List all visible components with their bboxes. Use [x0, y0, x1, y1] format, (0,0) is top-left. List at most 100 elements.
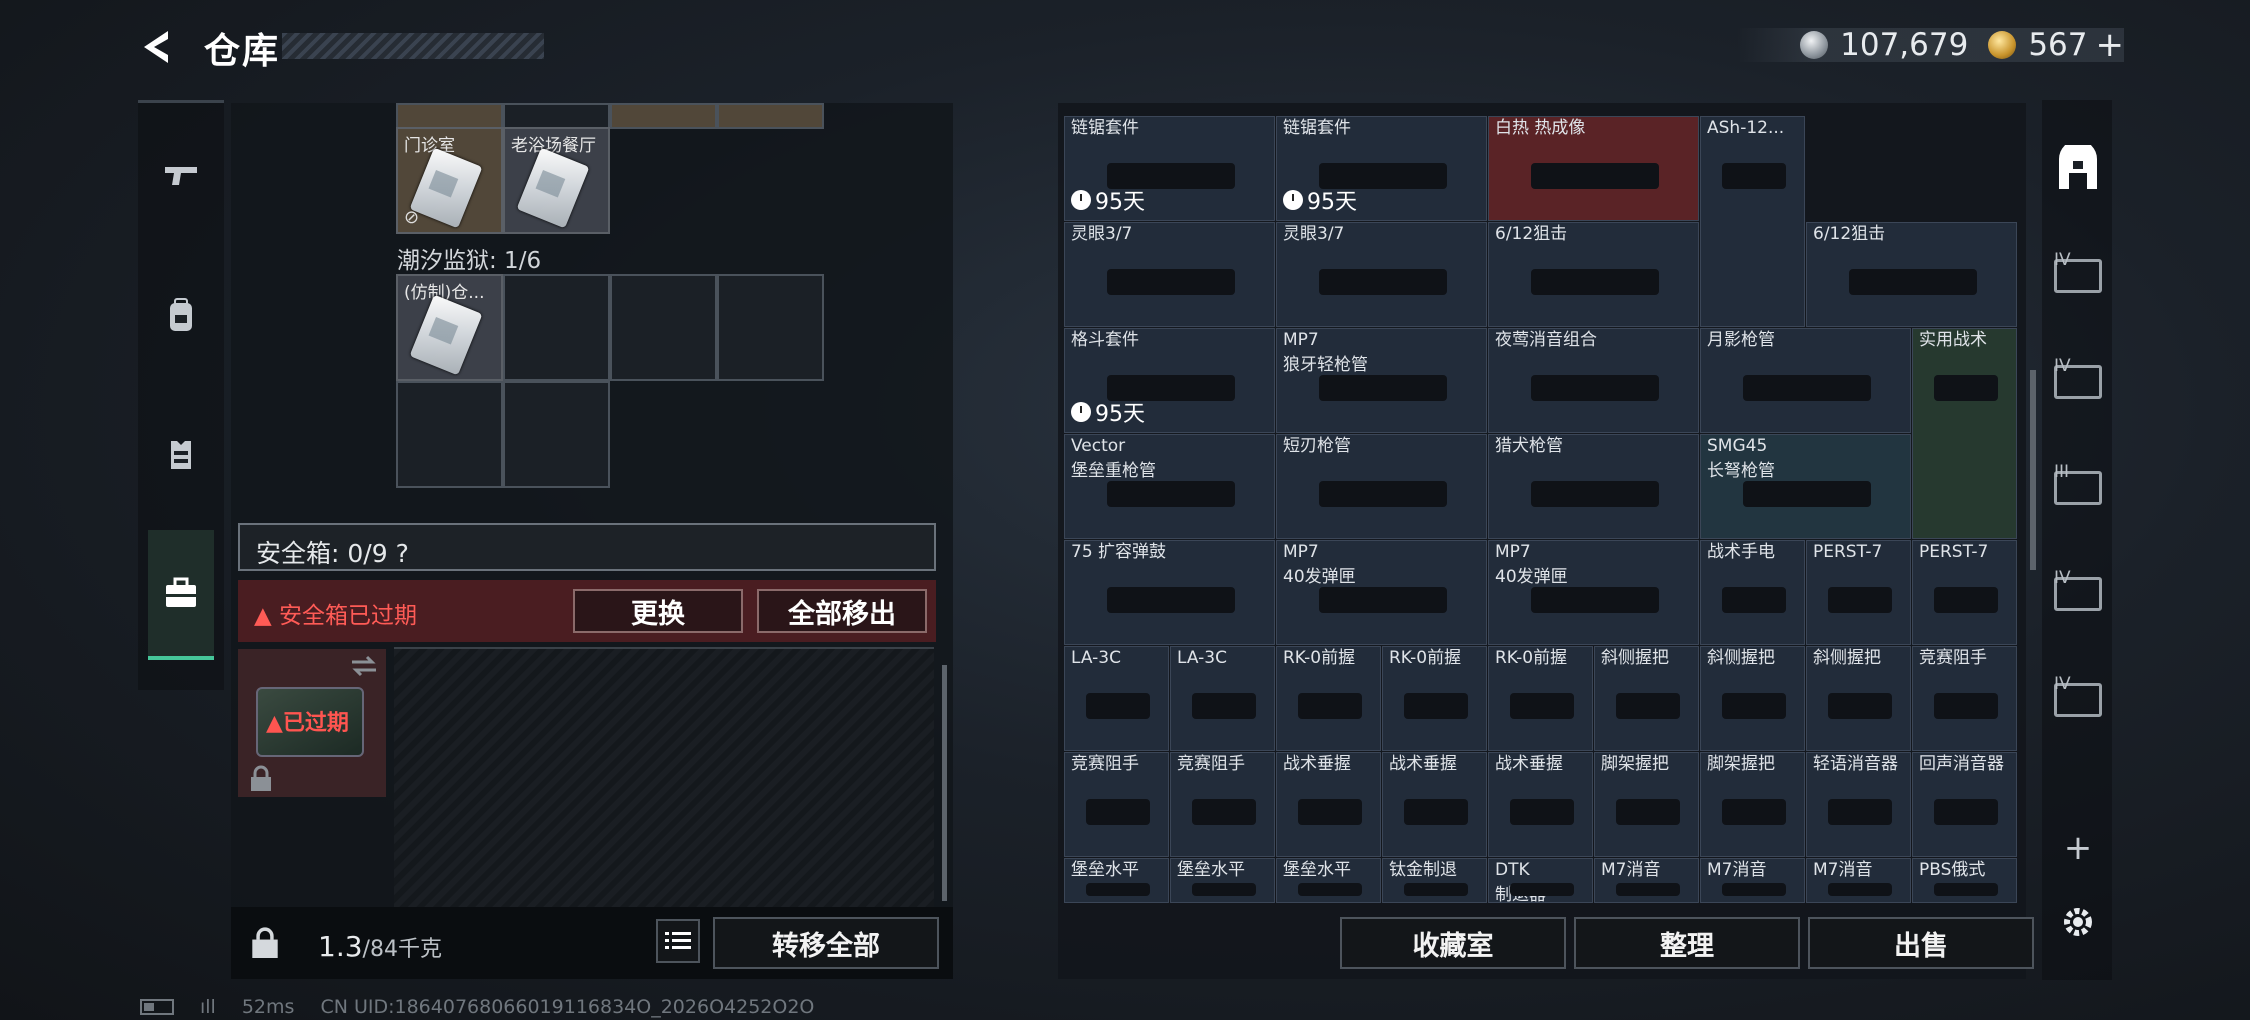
keycard-item[interactable]: (仿制)仓...	[396, 274, 503, 381]
inventory-item[interactable]: PERST-7	[1806, 540, 1911, 645]
inventory-item[interactable]: M7消音	[1806, 858, 1911, 903]
tier-filter-tab[interactable]: IV	[2050, 672, 2106, 728]
inventory-item[interactable]: PBS俄式	[1912, 858, 2017, 903]
empty-slot[interactable]	[503, 381, 610, 488]
lock-icon	[251, 765, 271, 791]
alert-text: ▲ 安全箱已过期	[254, 603, 417, 629]
inventory-item[interactable]: 堡垒水平	[1276, 858, 1381, 903]
safe-box-slot[interactable]: ▲已过期	[238, 649, 386, 797]
empty-slot[interactable]	[503, 274, 610, 381]
backpack-tab[interactable]	[138, 250, 224, 380]
clock-icon	[1071, 190, 1091, 210]
inventory-item[interactable]: Vector 堡垒重枪管	[1064, 434, 1275, 539]
inventory-item[interactable]: 竞赛阻手	[1170, 752, 1275, 857]
inventory-item[interactable]: 钛金制退	[1382, 858, 1487, 903]
item-image	[1298, 883, 1362, 896]
item-name: 轻语消音器	[1813, 754, 1898, 774]
vest-tab[interactable]	[138, 390, 224, 520]
inventory-item[interactable]: 灵眼3/7	[1064, 222, 1275, 327]
inventory-item[interactable]: RK-0前握	[1382, 646, 1487, 751]
inventory-item[interactable]: 堡垒水平	[1170, 858, 1275, 903]
list-view-button[interactable]	[656, 919, 700, 963]
left-category-nav	[138, 100, 224, 690]
partial-cell	[610, 103, 717, 129]
inventory-item[interactable]: 战术垂握	[1276, 752, 1381, 857]
inventory-item[interactable]: 格斗套件 95天	[1064, 328, 1275, 433]
collection-room-button[interactable]: 收藏室	[1340, 917, 1566, 969]
item-name: RK-0前握	[1283, 648, 1356, 668]
inventory-item[interactable]: MP7 40发弹匣	[1276, 540, 1487, 645]
inventory-item[interactable]: DTK制退器	[1488, 858, 1593, 905]
inventory-item[interactable]: M7消音	[1700, 858, 1805, 903]
inventory-item[interactable]: 6/12狙击	[1488, 222, 1699, 327]
all-items-tab[interactable]	[2050, 142, 2106, 198]
inventory-item[interactable]: 75 扩容弹鼓	[1064, 540, 1275, 645]
empty-slot[interactable]	[396, 381, 503, 488]
inventory-item[interactable]: 斜侧握把	[1594, 646, 1699, 751]
add-currency-button[interactable]: +	[2096, 25, 2125, 65]
settings-button[interactable]	[2050, 894, 2106, 950]
back-arrow-icon[interactable]	[138, 25, 182, 69]
inventory-item[interactable]: 脚架握把	[1700, 752, 1805, 857]
inventory-item[interactable]: RK-0前握	[1276, 646, 1381, 751]
inventory-item[interactable]: 堡垒水平	[1064, 858, 1169, 903]
inventory-item[interactable]: ASh-12...	[1700, 116, 1805, 327]
inventory-item[interactable]: 夜莺消音组合	[1488, 328, 1699, 433]
add-filter-button[interactable]: +	[2050, 820, 2106, 876]
replace-button[interactable]: 更换	[573, 589, 743, 633]
tier-filter-tab[interactable]: IV	[2050, 566, 2106, 622]
secure-case-tab[interactable]	[148, 530, 214, 660]
inventory-item[interactable]: 竞赛阻手	[1912, 646, 2017, 751]
inventory-item[interactable]: 斜侧握把	[1806, 646, 1911, 751]
inventory-scrollbar[interactable]	[2030, 370, 2036, 570]
stash-scrollbar[interactable]	[942, 665, 947, 901]
tier-filter-tab[interactable]: III	[2050, 460, 2106, 516]
empty-slot[interactable]	[717, 274, 824, 381]
tier-filter-tab[interactable]: IV	[2050, 248, 2106, 304]
help-icon[interactable]: ?	[396, 539, 409, 568]
inventory-item[interactable]: M7消音	[1594, 858, 1699, 903]
inventory-item[interactable]: 6/12狙击	[1806, 222, 2017, 327]
move-all-out-button[interactable]: 全部移出	[757, 589, 927, 633]
inventory-item[interactable]: LA-3C	[1064, 646, 1169, 751]
inventory-item[interactable]: 脚架握把	[1594, 752, 1699, 857]
keycard-icon	[409, 147, 483, 229]
inventory-item[interactable]: MP7 40发弹匣	[1488, 540, 1699, 645]
inventory-item[interactable]: 竞赛阻手	[1064, 752, 1169, 857]
inventory-item[interactable]: 链锯套件 95天	[1276, 116, 1487, 221]
inventory-item[interactable]: SMG45 长弩枪管	[1700, 434, 1911, 539]
empty-slot[interactable]	[610, 274, 717, 381]
inventory-item[interactable]: 灵眼3/7	[1276, 222, 1487, 327]
tier-filter-tab[interactable]: IV	[2050, 354, 2106, 410]
inventory-item[interactable]: 猎犬枪管	[1488, 434, 1699, 539]
transfer-all-button[interactable]: 转移全部	[713, 917, 939, 969]
inventory-item[interactable]: PERST-7	[1912, 540, 2017, 645]
item-name: M7消音	[1707, 860, 1767, 880]
backpack-icon	[170, 298, 192, 331]
keycard-item[interactable]: 老浴场餐厅	[503, 127, 610, 234]
inventory-item[interactable]: 斜侧握把	[1700, 646, 1805, 751]
item-image	[1192, 799, 1256, 825]
weapon-tab[interactable]	[138, 110, 224, 240]
inventory-item[interactable]: 战术垂握	[1488, 752, 1593, 857]
inventory-item[interactable]: 轻语消音器	[1806, 752, 1911, 857]
inventory-item[interactable]: 白热 热成像	[1488, 116, 1699, 221]
inventory-item[interactable]: 回声消音器	[1912, 752, 2017, 857]
inventory-item[interactable]: LA-3C	[1170, 646, 1275, 751]
keycard-item[interactable]: 门诊室 ⊘	[396, 127, 503, 234]
sell-button[interactable]: 出售	[1808, 917, 2034, 969]
inventory-item[interactable]: MP7 狼牙轻枪管	[1276, 328, 1487, 433]
inventory-item[interactable]: 链锯套件 95天	[1064, 116, 1275, 221]
swap-icon[interactable]	[350, 655, 378, 677]
inventory-item[interactable]: RK-0前握	[1488, 646, 1593, 751]
inventory-item[interactable]: 短刃枪管	[1276, 434, 1487, 539]
inventory-item[interactable]: 实用战术	[1912, 328, 2017, 539]
inventory-item[interactable]: 战术垂握	[1382, 752, 1487, 857]
expiry-text: 95天	[1307, 190, 1357, 215]
organize-button[interactable]: 整理	[1574, 917, 1800, 969]
expiry-text: 95天	[1095, 190, 1145, 215]
item-name: 战术垂握	[1389, 754, 1457, 774]
item-name: M7消音	[1601, 860, 1661, 880]
inventory-item[interactable]: 月影枪管	[1700, 328, 1911, 433]
inventory-item[interactable]: 战术手电	[1700, 540, 1805, 645]
